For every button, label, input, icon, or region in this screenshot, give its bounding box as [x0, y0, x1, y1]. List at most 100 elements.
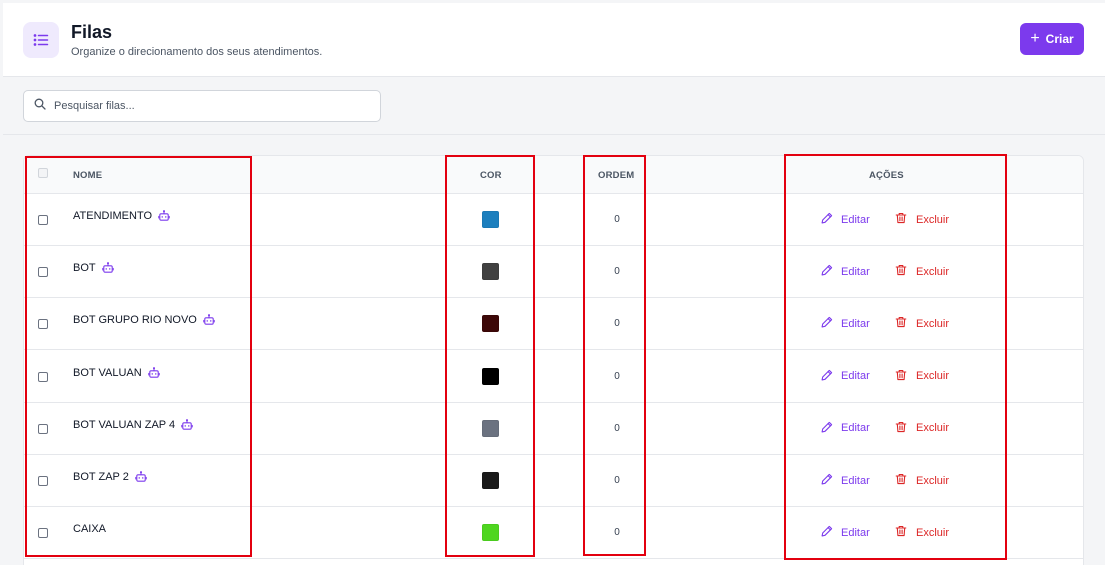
pencil-icon: [821, 212, 833, 227]
table-row: ATENDIMENTO 0 Editar Excluir: [24, 194, 1083, 246]
column-header-name[interactable]: NOME: [73, 170, 102, 181]
robot-icon: [135, 471, 147, 483]
delete-button-label: Excluir: [916, 213, 950, 226]
robot-icon: [101, 262, 114, 274]
queues-table: NOME COR ORDEM AÇÕES ATENDIMENTO 0 Editar E…: [23, 155, 1084, 565]
table-row: BOT 0 Editar Excluir: [24, 246, 1083, 299]
pencil-icon: [821, 264, 833, 279]
queue-name: BOT ZAP 2: [73, 471, 147, 483]
queue-name-label: BOT: [73, 262, 96, 275]
table-row: BOT VALUAN 0 Editar Excluir: [24, 351, 1083, 403]
table-row: CAIXA 0 Editar Excluir: [24, 507, 1083, 560]
page-title: Filas: [71, 22, 113, 42]
column-header-color[interactable]: COR: [480, 170, 502, 181]
column-header-actions: AÇÕES: [869, 170, 904, 181]
delete-button[interactable]: Excluir: [895, 212, 949, 227]
robot-icon: [181, 418, 193, 431]
delete-button[interactable]: Excluir: [895, 369, 949, 384]
delete-button[interactable]: Excluir: [895, 316, 949, 331]
search-box[interactable]: [23, 90, 381, 122]
table-row: BOT VALUAN ZAP 4 0 Editar Excluir: [24, 403, 1083, 455]
delete-button[interactable]: Excluir: [895, 421, 949, 436]
queue-order: 0: [614, 422, 620, 434]
edit-button[interactable]: Editar: [821, 264, 870, 279]
robot-icon: [158, 210, 170, 222]
column-header-order[interactable]: ORDEM: [598, 170, 634, 181]
trash-icon: [895, 421, 907, 436]
edit-button[interactable]: Editar: [821, 212, 870, 227]
pencil-icon: [821, 525, 833, 540]
delete-button-label: Excluir: [916, 422, 950, 435]
edit-button-label: Editar: [841, 213, 870, 226]
queue-name: CAIXA: [73, 523, 106, 535]
edit-button-label: Editar: [841, 422, 870, 435]
row-checkbox[interactable]: [38, 423, 48, 434]
queue-name-label: BOT VALUAN ZAP 4: [73, 418, 176, 431]
queue-order: 0: [614, 370, 620, 382]
delete-button[interactable]: Excluir: [895, 264, 949, 279]
edit-button[interactable]: Editar: [821, 369, 870, 384]
row-checkbox[interactable]: [38, 215, 48, 225]
row-checkbox[interactable]: [38, 319, 48, 330]
delete-button-label: Excluir: [916, 265, 950, 278]
create-button-label: Criar: [1045, 32, 1074, 46]
queue-name-label: BOT GRUPO RIO NOVO: [73, 314, 197, 327]
delete-button[interactable]: Excluir: [895, 473, 949, 488]
delete-button-label: Excluir: [916, 317, 950, 330]
pencil-icon: [821, 421, 833, 436]
trash-icon: [895, 212, 907, 227]
queue-name: ATENDIMENTO: [73, 210, 170, 222]
queue-color-swatch: [482, 315, 499, 333]
edit-button[interactable]: Editar: [821, 316, 870, 331]
pencil-icon: [821, 473, 833, 488]
queue-name: BOT: [73, 262, 114, 274]
queue-order: 0: [614, 266, 620, 278]
queue-name-label: BOT VALUAN: [73, 366, 142, 379]
edit-button[interactable]: Editar: [821, 525, 870, 540]
plus-icon: +: [1030, 30, 1040, 47]
row-checkbox[interactable]: [38, 528, 48, 539]
pencil-icon: [821, 369, 833, 384]
queue-name-label: ATENDIMENTO: [73, 210, 153, 222]
trash-icon: [895, 473, 907, 488]
robot-icon: [147, 366, 160, 379]
edit-button[interactable]: Editar: [821, 473, 870, 488]
queue-order: 0: [614, 475, 620, 486]
queue-name: BOT VALUAN: [73, 367, 160, 379]
trash-icon: [895, 369, 907, 384]
create-button[interactable]: + Criar: [1020, 23, 1084, 55]
queue-order: 0: [614, 214, 620, 225]
queue-order: 0: [614, 527, 620, 539]
queue-color-swatch: [482, 419, 499, 437]
queue-color-swatch: [482, 472, 499, 489]
edit-button-label: Editar: [841, 474, 870, 487]
edit-button-label: Editar: [841, 317, 870, 330]
queue-color-swatch: [482, 263, 499, 281]
queue-color-swatch: [482, 211, 499, 228]
pencil-icon: [821, 316, 833, 331]
queue-color-swatch: [482, 367, 499, 385]
trash-icon: [895, 264, 907, 279]
queue-name-label: BOT ZAP 2: [73, 471, 129, 483]
queue-order: 0: [614, 318, 620, 330]
row-checkbox[interactable]: [38, 371, 48, 382]
list-icon: [23, 22, 59, 58]
queue-name-label: CAIXA: [73, 523, 107, 536]
trash-icon: [895, 316, 907, 331]
edit-button[interactable]: Editar: [821, 421, 870, 436]
trash-icon: [895, 525, 907, 540]
edit-button-label: Editar: [841, 526, 870, 539]
page-subtitle: Organize o direcionamento dos seus atend…: [71, 46, 323, 58]
edit-button-label: Editar: [841, 370, 870, 383]
select-all-checkbox[interactable]: [38, 168, 48, 178]
queue-name: BOT VALUAN ZAP 4: [73, 419, 193, 431]
delete-button-label: Excluir: [916, 370, 950, 383]
search-icon: [34, 97, 46, 115]
row-checkbox[interactable]: [38, 267, 48, 278]
search-input[interactable]: [54, 100, 354, 112]
row-checkbox[interactable]: [38, 476, 48, 486]
edit-button-label: Editar: [841, 265, 870, 278]
delete-button-label: Excluir: [916, 474, 950, 487]
delete-button[interactable]: Excluir: [895, 525, 949, 540]
table-header: NOME COR ORDEM AÇÕES: [24, 156, 1083, 194]
